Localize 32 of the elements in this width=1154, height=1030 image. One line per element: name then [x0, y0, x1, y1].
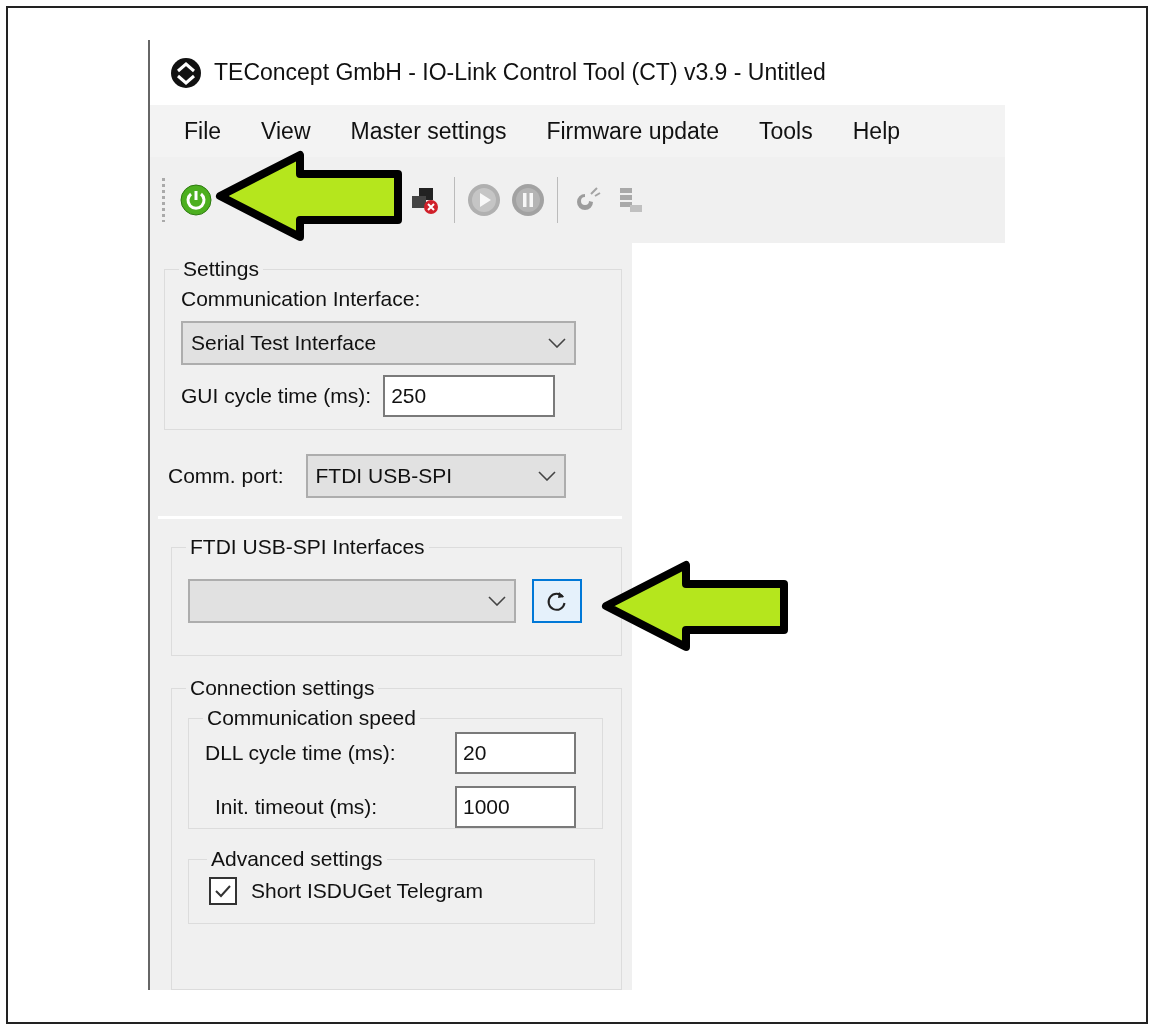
input-field[interactable]: 250 — [383, 375, 556, 417]
group-title: Communication speed — [206, 706, 417, 730]
field-label: Init. timeout (ms): — [214, 795, 378, 819]
field-label: DLL cycle time (ms): — [205, 741, 396, 765]
field-label: Comm. port: — [168, 464, 284, 488]
menu-item[interactable]: File — [184, 117, 222, 145]
window-title: TEConcept GmbH - IO-Link Control Tool (CT) v3.9 - Untitled — [214, 59, 826, 86]
group-title: Settings — [182, 257, 260, 281]
field-label: Communication Interface: — [181, 287, 422, 311]
chevron-down-icon — [548, 338, 566, 348]
menu-item[interactable]: Master settings — [350, 117, 507, 145]
port-dropdown[interactable]: FTDI USB-SPI — [305, 454, 566, 498]
power-button[interactable] — [179, 183, 213, 217]
checkbox[interactable] — [209, 877, 237, 905]
chevron-down-icon — [537, 471, 556, 481]
menu-item[interactable]: Tools — [759, 117, 813, 145]
refresh-button[interactable] — [532, 579, 582, 623]
menu-item[interactable]: Firmware update — [546, 117, 720, 145]
menu-item[interactable]: View — [261, 117, 311, 145]
checkbox-label: Short ISDUGet Telegram — [251, 879, 483, 903]
interface-dropdown[interactable] — [188, 579, 516, 623]
app-logo-icon — [170, 56, 202, 89]
menu-item[interactable]: Help — [852, 117, 901, 145]
toolbar-grip[interactable] — [162, 178, 165, 222]
input-field[interactable]: 1000 — [455, 786, 576, 828]
group-title: Connection settings — [189, 676, 376, 700]
field-label: GUI cycle time (ms): — [181, 384, 372, 408]
group-title: FTDI USB-SPI Interfaces — [189, 535, 426, 559]
interface-dropdown[interactable]: Serial Test Interface — [181, 321, 576, 365]
input-field[interactable]: 20 — [455, 732, 576, 774]
chevron-down-icon — [488, 596, 506, 606]
group-title: Advanced settings — [210, 847, 384, 871]
